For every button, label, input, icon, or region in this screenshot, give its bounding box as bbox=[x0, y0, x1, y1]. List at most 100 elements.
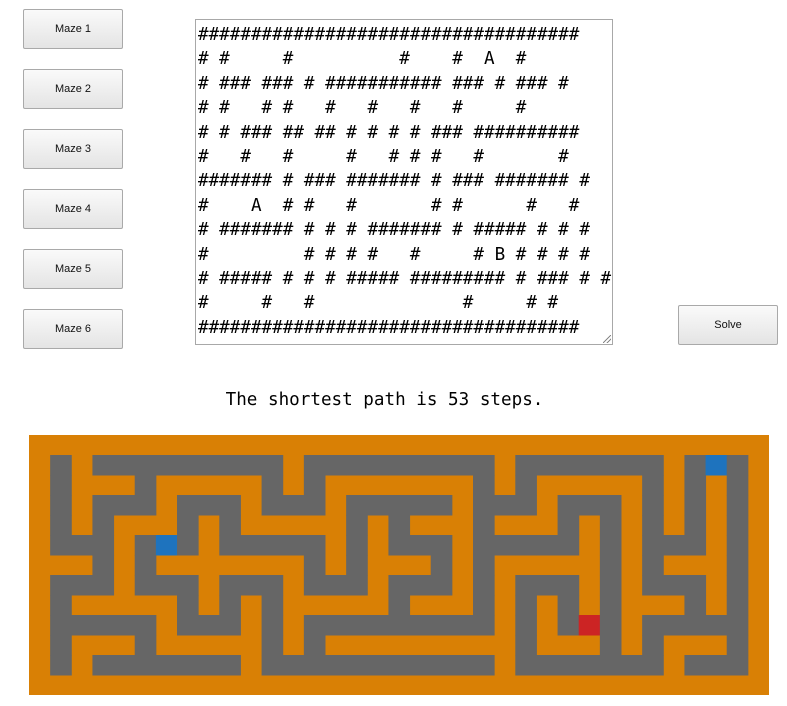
maze-cell-open bbox=[599, 495, 622, 516]
maze-cell-open bbox=[50, 495, 72, 516]
maze-button-6[interactable]: Maze 6 bbox=[23, 309, 123, 349]
maze-cell-open bbox=[642, 455, 664, 476]
maze-cell-open bbox=[451, 655, 474, 676]
maze-cell-open bbox=[261, 495, 284, 516]
maze-cell-open bbox=[557, 455, 580, 476]
maze-cell-open bbox=[50, 635, 72, 656]
maze-cell-open bbox=[642, 495, 664, 516]
maze-text-container bbox=[195, 19, 613, 345]
maze-cell-open bbox=[642, 555, 664, 576]
maze-text-input[interactable] bbox=[195, 19, 613, 345]
maze-cell-open bbox=[177, 615, 199, 636]
maze-cell-open bbox=[388, 515, 411, 536]
maze-cell-open bbox=[515, 655, 537, 676]
maze-cell-open bbox=[282, 655, 305, 676]
maze-cell-open bbox=[599, 455, 622, 476]
maze-cell-open bbox=[705, 655, 728, 676]
maze-cell-open bbox=[92, 455, 115, 476]
maze-cell-open bbox=[71, 615, 93, 636]
maze-cell-open bbox=[557, 535, 580, 556]
maze-cell-open bbox=[388, 495, 411, 516]
maze-cell-open bbox=[261, 475, 284, 496]
maze-cell-open bbox=[261, 595, 284, 616]
maze-cell-open bbox=[388, 535, 411, 556]
maze-cell-open bbox=[599, 635, 622, 656]
maze-cell-open bbox=[515, 635, 537, 656]
solve-button[interactable]: Solve bbox=[678, 305, 778, 345]
maze-cell-open bbox=[557, 615, 580, 636]
maze-cell-open bbox=[177, 655, 199, 676]
maze-cell-open bbox=[50, 575, 72, 596]
maze-cell-open bbox=[473, 655, 495, 676]
maze-cell-open bbox=[134, 475, 157, 496]
maze-cell-open bbox=[409, 615, 432, 636]
maze-cell-open bbox=[536, 455, 559, 476]
maze-cell-open bbox=[303, 575, 326, 596]
maze-cell-open bbox=[451, 455, 474, 476]
maze-cell-open bbox=[219, 515, 241, 536]
maze-cell-open bbox=[515, 615, 537, 636]
maze-cell-open bbox=[494, 535, 516, 556]
maze-button-3[interactable]: Maze 3 bbox=[23, 129, 123, 169]
maze-cell-open bbox=[557, 655, 580, 676]
maze-cell-open bbox=[473, 515, 495, 536]
maze-cell-open bbox=[409, 655, 432, 676]
maze-cell-open bbox=[515, 455, 537, 476]
maze-cell-open bbox=[282, 495, 305, 516]
maze-cell-open bbox=[409, 575, 432, 596]
maze-cell-open bbox=[71, 535, 93, 556]
maze-cell-open bbox=[726, 515, 749, 536]
maze-cell-open bbox=[642, 575, 664, 596]
maze-button-1[interactable]: Maze 1 bbox=[23, 9, 123, 49]
maze-cell-open bbox=[684, 595, 707, 616]
maze-cell-open bbox=[303, 555, 326, 576]
maze-cell-open bbox=[198, 455, 220, 476]
maze-cell-open bbox=[198, 615, 220, 636]
maze-cell-open bbox=[684, 495, 707, 516]
maze-cell-open bbox=[346, 615, 368, 636]
maze-cell-open bbox=[473, 535, 495, 556]
maze-cell-open bbox=[557, 495, 580, 516]
maze-cell-open bbox=[219, 575, 241, 596]
maze-cell-open bbox=[726, 575, 749, 596]
resize-grip-icon[interactable] bbox=[603, 335, 611, 343]
maze-cell-open bbox=[430, 535, 453, 556]
maze-cell-open bbox=[663, 615, 685, 636]
maze-cell-open bbox=[726, 495, 749, 516]
maze-cell-open bbox=[303, 635, 326, 656]
maze-cell-open bbox=[663, 535, 685, 556]
maze-cell-open bbox=[240, 535, 263, 556]
maze-cell-open bbox=[325, 615, 347, 636]
maze-cell-open bbox=[684, 515, 707, 536]
maze-cell-open bbox=[515, 495, 537, 516]
maze-cell-open bbox=[684, 615, 707, 636]
maze-cell-point-a bbox=[705, 455, 728, 476]
maze-button-4[interactable]: Maze 4 bbox=[23, 189, 123, 229]
maze-cell-open bbox=[198, 655, 220, 676]
maze-cell-open bbox=[388, 455, 411, 476]
maze-cell-open bbox=[388, 655, 411, 676]
maze-cell-open bbox=[515, 535, 537, 556]
maze-cell-open bbox=[642, 535, 664, 556]
maze-button-2[interactable]: Maze 2 bbox=[23, 69, 123, 109]
maze-cell-open bbox=[515, 595, 537, 616]
maze-cell-open bbox=[494, 495, 516, 516]
maze-cell-open bbox=[261, 655, 284, 676]
maze-cell-open bbox=[92, 495, 115, 516]
maze-cell-open bbox=[388, 595, 411, 616]
maze-cell-open bbox=[50, 455, 72, 476]
maze-cell-open bbox=[92, 535, 115, 556]
maze-cell-open bbox=[515, 475, 537, 496]
maze-cell-open bbox=[557, 575, 580, 596]
maze-button-5[interactable]: Maze 5 bbox=[23, 249, 123, 289]
maze-cell-open bbox=[134, 635, 157, 656]
maze-cell-open bbox=[50, 535, 72, 556]
maze-cell-open bbox=[303, 655, 326, 676]
maze-cell-open bbox=[367, 615, 389, 636]
maze-cell-open bbox=[409, 495, 432, 516]
maze-cell-open bbox=[726, 615, 749, 636]
maze-cell-open bbox=[430, 575, 453, 596]
maze-cell-open bbox=[303, 535, 326, 556]
maze-cell-open bbox=[303, 495, 326, 516]
maze-cell-open bbox=[346, 455, 368, 476]
